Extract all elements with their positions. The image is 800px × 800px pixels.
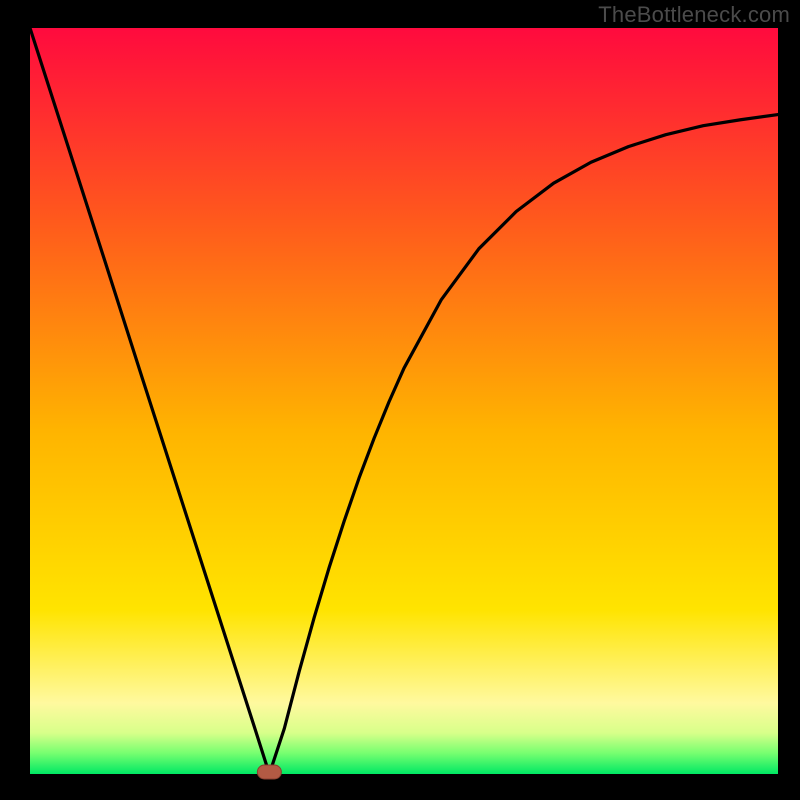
bottleneck-chart bbox=[0, 0, 800, 800]
watermark-text: TheBottleneck.com bbox=[598, 2, 790, 28]
chart-frame: TheBottleneck.com bbox=[0, 0, 800, 800]
plot-area bbox=[30, 28, 778, 774]
optimum-marker bbox=[257, 765, 281, 779]
